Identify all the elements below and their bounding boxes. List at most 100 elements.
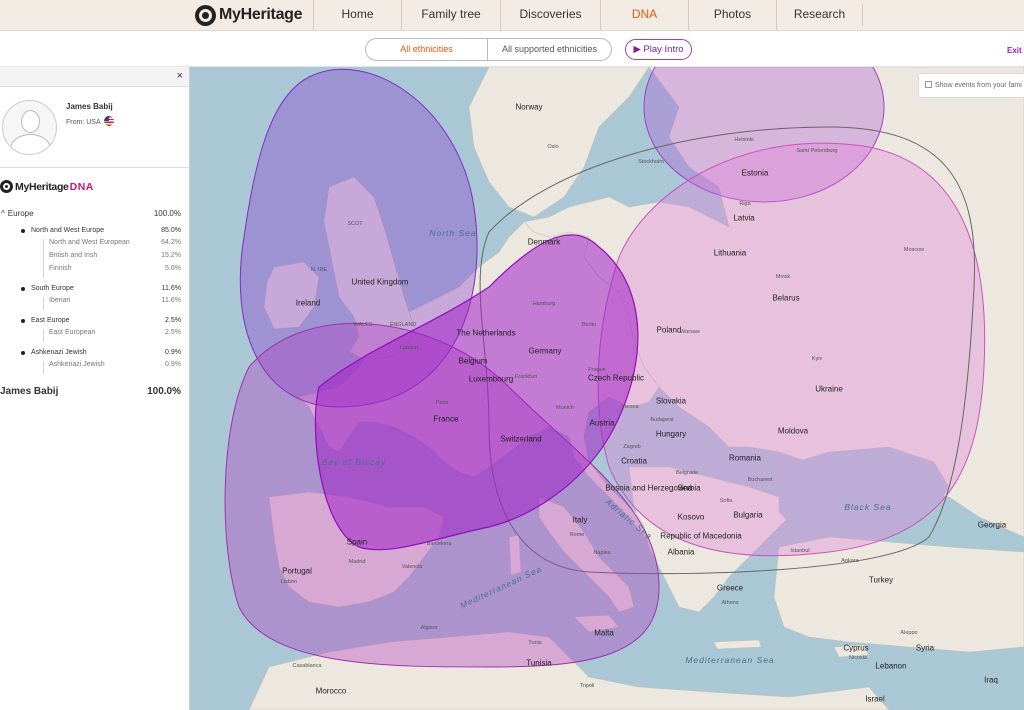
subgroup-name: British and Irish [49,252,98,259]
close-icon[interactable]: × [177,70,183,82]
map-label-romania: Romania [728,453,762,463]
map-label-lebanon: Lebanon [875,661,907,671]
top-navigation: MyHeritage Home Family tree Discoveries … [0,0,1024,31]
map-label-estonia: Estonia [741,168,769,178]
map-label-czech-republic: Czech Republic [587,373,645,383]
nav-family-tree[interactable]: Family tree [401,0,500,31]
map-label-hungary: Hungary [655,429,687,439]
subgroup-row[interactable]: Iberian 11.6% [49,297,181,310]
nav-home[interactable]: Home [313,0,401,31]
group-name: Ashkenazi Jewish [31,349,87,356]
group-row[interactable]: East Europe 2.5% [0,317,181,329]
group-percent: 0.9% [165,349,181,356]
ethnicity-filter-toggle: All ethnicities All supported ethnicitie… [365,38,612,61]
subgroup-row[interactable]: Finnish 5.6% [49,265,181,278]
map-label-bay-of-biscay: Bay of Biscay [321,457,387,467]
map-label-minsk: Minsk [775,274,791,280]
map-label-slovakia: Slovakia [655,396,687,406]
map-label-greece: Greece [716,583,744,593]
ethnicity-map[interactable]: Norway Estonia Latvia Lithuania Belarus … [189,67,1024,710]
subgroup-name: Finnish [49,265,72,272]
map-label-lithuania: Lithuania [713,248,747,258]
bullet-icon [21,319,25,323]
map-label-istanbul: Istanbul [790,548,810,554]
subgroup-name: North and West European [49,239,130,246]
map-label-oslo: Oslo [547,144,559,150]
subgroup-percent: 11.6% [161,297,181,304]
map-label-italy: Italy [572,515,588,525]
map-label-prague: Prague [588,367,606,373]
map-label-aleppo: Aleppo [900,630,918,636]
nav-photos[interactable]: Photos [688,0,776,31]
region-row[interactable]: ^ Europe 100.0% [0,209,181,227]
map-label-kosovo: Kosovo [677,512,705,522]
nav-discoveries[interactable]: Discoveries [500,0,600,31]
map-label-lisbon: Lisbon [280,579,298,585]
myheritage-logo[interactable]: MyHeritage [195,4,303,26]
dna-brand-suffix: DNA [69,180,94,193]
map-label-albania: Albania [667,547,695,557]
map-label-belgium: Belgium [458,356,488,366]
subgroup-row[interactable]: British and Irish 15.2% [49,252,181,265]
subgroup-list: Ashkenazi Jewish 0.9% [43,361,181,374]
total-name: James Babij [0,386,59,397]
chevron-up-icon[interactable]: ^ [1,209,5,218]
ethnicity-breakdown: ^ Europe 100.0% North and West Europe 85.… [0,209,181,402]
subgroup-percent: 15.2% [161,252,181,259]
map-label-latvia: Latvia [733,213,755,223]
ethnicity-group: Ashkenazi Jewish 0.9% Ashkenazi Jewish 0.… [0,349,181,374]
person-name: James Babij [66,102,113,111]
bullet-icon [21,229,25,233]
map-label-turkey: Turkey [868,575,894,585]
map-label-belarus: Belarus [772,293,800,303]
map-label-united-kingdom: United Kingdom [351,277,409,287]
map-label-nicosia: Nicosia [848,655,868,661]
map-label-casablanca: Casablanca [292,663,322,669]
group-row[interactable]: South Europe 11.6% [0,285,181,297]
map-label-barcelona: Barcelona [426,541,452,547]
map-label-helsinki: Helsinki [734,137,754,143]
show-events-toggle[interactable]: Show events from your fami [918,73,1024,98]
subgroup-list: North and West European 64.2% British and… [43,239,181,278]
map-label-macedonia: Republic of Macedonia [660,531,742,541]
map-label-bulgaria: Bulgaria [733,510,763,520]
origin-label: From: USA [66,119,101,126]
show-events-checkbox[interactable] [925,81,932,88]
avatar-body-shape [10,134,51,154]
map-label-zagreb: Zagreb [623,444,641,450]
tab-all-ethnicities[interactable]: All ethnicities [366,39,489,60]
map-label-london: London [399,345,419,351]
map-label-riga: Riga [739,201,751,207]
subgroup-name: Iberian [49,297,71,304]
group-row[interactable]: Ashkenazi Jewish 0.9% [0,349,181,361]
map-label-budapest: Budapest [650,417,674,423]
brand-name: MyHeritage [219,6,303,23]
subgroup-name: East European [49,329,96,336]
nav-research[interactable]: Research [776,0,862,31]
map-label-moscow: Moscow [903,247,925,253]
tab-all-supported-ethnicities[interactable]: All supported ethnicities [488,39,611,60]
subgroup-row[interactable]: Ashkenazi Jewish 0.9% [49,361,181,374]
group-name: East Europe [31,317,70,324]
group-row[interactable]: North and West Europe 85.0% [0,227,181,239]
subgroup-row[interactable]: East European 2.5% [49,329,181,342]
myheritage-logo-icon [195,4,216,26]
play-intro-button[interactable]: ▶ Play Intro [625,39,692,60]
east-europe-region [597,142,986,557]
map-label-paris: Paris [435,400,449,406]
map-label-morocco: Morocco [315,686,347,696]
map-label-frankfurt: Frankfurt [514,374,538,380]
subgroup-row[interactable]: North and West European 64.2% [49,239,181,252]
map-label-bucharest: Bucharest [747,477,773,483]
usa-flag-icon [103,116,114,126]
exit-link[interactable]: Exit f [1007,46,1024,55]
avatar [2,100,57,155]
subgroup-percent: 64.2% [161,239,181,246]
subgroup-list: Iberian 11.6% [43,297,181,310]
map-label-syria: Syria [915,643,935,653]
map-label-kyiv: Kyiv [811,356,823,362]
nav-dna[interactable]: DNA [600,0,688,31]
map-label-n-ire: N. IRE [310,267,328,273]
map-label-moldova: Moldova [777,426,809,436]
map-label-malta: Malta [594,628,614,638]
